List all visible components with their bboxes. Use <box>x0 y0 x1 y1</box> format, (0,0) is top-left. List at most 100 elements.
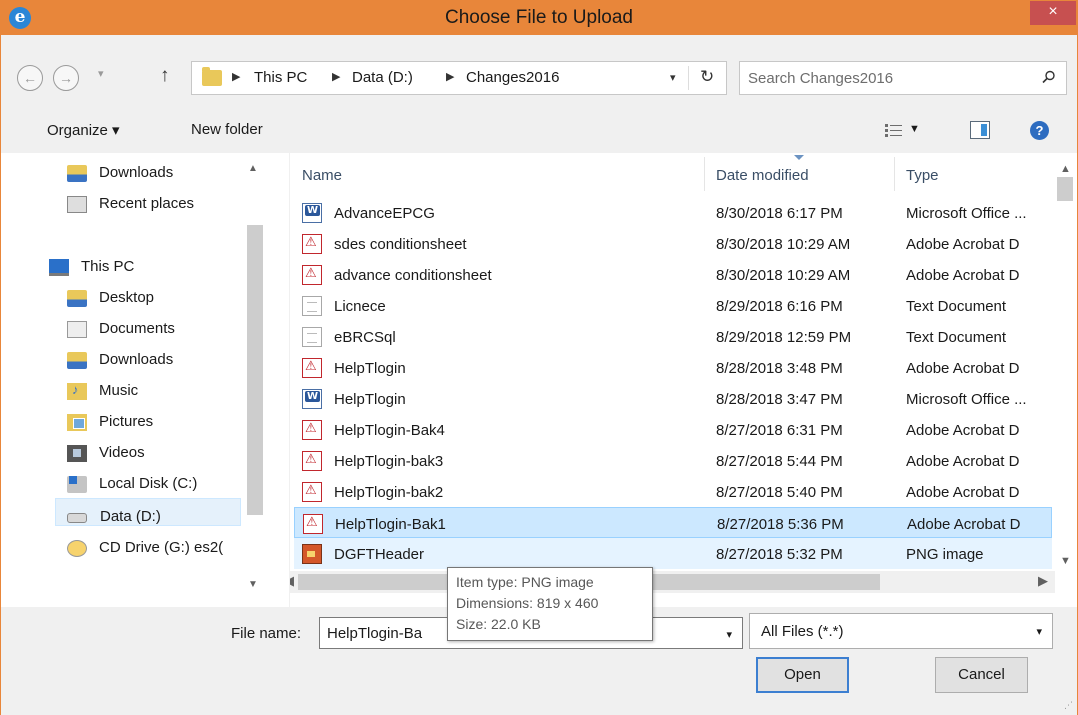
nav-item-label: Desktop <box>99 289 155 306</box>
sort-indicator-icon <box>794 155 804 160</box>
nav-item-data-d[interactable]: Data (D:) <box>55 498 241 526</box>
file-row[interactable]: HelpTlogin-Bak4 8/27/2018 6:31 PM Adobe Ac… <box>294 414 1052 445</box>
navigation-pane[interactable]: Downloads Recent places This PC Desktop … <box>1 153 289 607</box>
nav-item-label: Documents <box>99 320 175 337</box>
scroll-right-icon[interactable]: ▶ <box>1038 573 1048 589</box>
file-date-cell: 8/30/2018 6:17 PM <box>716 205 843 222</box>
chevron-down-icon: ▾ <box>1036 626 1042 638</box>
nav-item-label: CD Drive (G:) es2( <box>99 539 224 556</box>
file-name-label: File name: <box>231 625 302 642</box>
file-row[interactable]: Licnece 8/29/2018 6:16 PM Text Document <box>294 290 1052 321</box>
file-dialog-window: e Choose File to Upload × ← → ▾ ↑ ▶ This… <box>0 0 1078 715</box>
file-row[interactable]: eBRCSql 8/29/2018 12:59 PM Text Document <box>294 321 1052 352</box>
nav-item-pictures[interactable]: Pictures <box>67 404 237 432</box>
nav-item-desktop[interactable]: Desktop <box>67 280 237 308</box>
file-row[interactable]: DGFTHeader 8/27/2018 5:32 PM PNG image <box>294 538 1052 569</box>
chevron-down-icon[interactable]: ▾ <box>726 628 732 641</box>
search-icon[interactable] <box>1042 70 1056 84</box>
new-folder-button[interactable]: New folder <box>191 121 263 138</box>
title-bar[interactable]: e Choose File to Upload × <box>1 1 1077 35</box>
nav-item-label: Pictures <box>99 413 154 430</box>
file-row[interactable]: HelpTlogin-bak3 8/27/2018 5:44 PM Adobe Ac… <box>294 445 1052 476</box>
file-list-pane[interactable]: Name Date modified Type AdvanceEPCG 8/30/… <box>290 153 1077 607</box>
pictures-folder-icon <box>67 414 87 431</box>
file-row[interactable]: HelpTlogin-Bak1 8/27/2018 5:36 PM Adobe Ac… <box>294 507 1052 538</box>
column-header-date-modified[interactable]: Date modified <box>716 167 809 184</box>
breadcrumb-separator-icon: ▶ <box>332 71 341 83</box>
search-box[interactable] <box>739 61 1067 95</box>
open-button[interactable]: Open <box>756 657 849 693</box>
nav-item-downloads[interactable]: Downloads <box>67 342 237 370</box>
file-name-cell: AdvanceEPCG <box>334 205 435 222</box>
breadcrumb-data-d[interactable]: Data (D:) <box>352 69 413 86</box>
nav-item-music[interactable]: Music <box>67 373 237 401</box>
file-row[interactable]: HelpTlogin 8/28/2018 3:48 PM Adobe Acrobat… <box>294 352 1052 383</box>
file-type-cell: Adobe Acrobat D <box>906 360 1020 377</box>
search-input[interactable] <box>748 68 1028 88</box>
nav-item-recent-places[interactable]: Recent places <box>67 186 237 214</box>
nav-item-documents[interactable]: Documents <box>67 311 237 339</box>
nav-scrollbar[interactable]: ▲ ▼ <box>245 153 265 590</box>
column-divider[interactable] <box>894 157 895 191</box>
pdf-icon <box>302 482 322 502</box>
address-bar[interactable]: ▶ This PC ▶ Data (D:) ▶ Changes2016 ▾ ↻ <box>191 61 727 95</box>
file-date-cell: 8/27/2018 5:36 PM <box>717 516 844 533</box>
cancel-button[interactable]: Cancel <box>935 657 1028 693</box>
scroll-up-icon[interactable]: ▲ <box>1060 163 1071 175</box>
scroll-down-icon[interactable]: ▼ <box>1060 555 1071 567</box>
back-button[interactable]: ← <box>17 65 43 91</box>
file-row[interactable]: HelpTlogin 8/28/2018 3:47 PM Microsoft Off… <box>294 383 1052 414</box>
tooltip-dimensions: Dimensions: 819 x 460 <box>456 595 599 611</box>
scroll-up-icon[interactable]: ▲ <box>248 163 258 174</box>
nav-item-label: Local Disk (C:) <box>99 475 198 492</box>
vertical-scroll-thumb[interactable] <box>1057 177 1073 201</box>
downloads-folder-icon <box>67 352 87 369</box>
help-icon[interactable]: ? <box>1030 121 1049 140</box>
breadcrumb-changes2016[interactable]: Changes2016 <box>466 69 559 86</box>
breadcrumb-this-pc[interactable]: This PC <box>254 69 307 86</box>
nav-item-downloads-quick[interactable]: Downloads <box>67 155 237 183</box>
recent-places-icon <box>67 196 87 213</box>
scroll-down-icon[interactable]: ▼ <box>248 579 258 590</box>
file-name-cell: sdes conditionsheet <box>334 236 467 253</box>
change-view-icon[interactable] <box>885 123 903 139</box>
breadcrumb-separator-icon: ▶ <box>232 71 241 83</box>
nav-item-cd-drive[interactable]: CD Drive (G:) es2( <box>67 530 245 558</box>
file-name-cell: HelpTlogin-bak2 <box>334 484 444 501</box>
file-date-cell: 8/30/2018 10:29 AM <box>716 236 851 253</box>
file-row[interactable]: AdvanceEPCG 8/30/2018 6:17 PM Microsoft Of… <box>294 197 1052 228</box>
file-name-cell: advance conditionsheet <box>334 267 492 284</box>
file-type-select[interactable]: All Files (*.*) ▾ <box>749 613 1053 649</box>
resize-grip-icon[interactable]: ⋰ <box>1064 700 1073 711</box>
view-options-dropdown-icon[interactable]: ▼ <box>909 123 920 135</box>
file-date-cell: 8/27/2018 5:44 PM <box>716 453 843 470</box>
nav-scroll-thumb[interactable] <box>247 225 263 515</box>
nav-item-videos[interactable]: Videos <box>67 435 237 463</box>
recent-locations-dropdown[interactable]: ▾ <box>98 67 104 80</box>
nav-item-label: Downloads <box>99 164 174 181</box>
file-row[interactable]: advance conditionsheet 8/30/2018 10:29 AM… <box>294 259 1052 290</box>
organize-menu[interactable]: Organize ▾ <box>47 121 120 139</box>
file-type-cell: Adobe Acrobat D <box>906 422 1020 439</box>
forward-button[interactable]: → <box>53 65 79 91</box>
preview-pane-icon[interactable] <box>970 121 990 139</box>
nav-item-this-pc[interactable]: This PC <box>49 249 219 277</box>
file-name-value[interactable]: HelpTlogin-Ba <box>327 625 422 642</box>
up-button[interactable]: ↑ <box>160 65 170 87</box>
command-toolbar: Organize ▾ New folder ▼ ? <box>1 113 1077 151</box>
file-list-vertical-scrollbar[interactable]: ▲ ▼ <box>1055 153 1075 583</box>
address-dropdown-icon[interactable]: ▾ <box>670 71 676 84</box>
column-header-name[interactable]: Name <box>302 167 342 184</box>
file-list-horizontal-scrollbar[interactable]: ◀ ▶ <box>290 571 1055 593</box>
column-header-type[interactable]: Type <box>906 167 939 184</box>
file-row[interactable]: sdes conditionsheet 8/30/2018 10:29 AM Ado… <box>294 228 1052 259</box>
file-row[interactable]: HelpTlogin-bak2 8/27/2018 5:40 PM Adobe Ac… <box>294 476 1052 507</box>
nav-item-local-disk-c[interactable]: Local Disk (C:) <box>67 466 237 494</box>
file-type-cell: Adobe Acrobat D <box>906 267 1020 284</box>
desktop-folder-icon <box>67 290 87 307</box>
refresh-icon[interactable]: ↻ <box>700 67 714 87</box>
column-divider[interactable] <box>704 157 705 191</box>
close-button[interactable]: × <box>1030 1 1076 25</box>
scroll-left-icon[interactable]: ◀ <box>290 573 294 589</box>
file-date-cell: 8/28/2018 3:48 PM <box>716 360 843 377</box>
